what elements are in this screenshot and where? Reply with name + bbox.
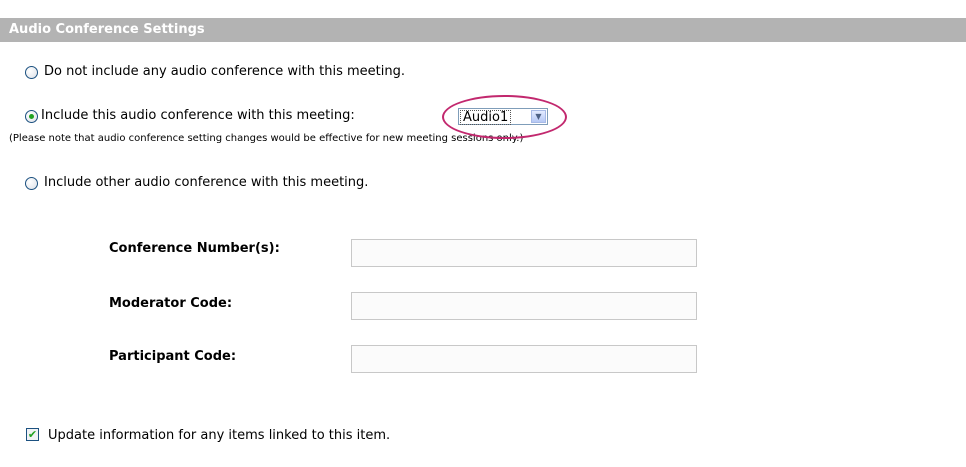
chevron-down-icon[interactable]: ▼ bbox=[531, 110, 546, 123]
radio-other-audio-label: Include other audio conference with this… bbox=[44, 175, 369, 190]
radio-include-audio[interactable] bbox=[25, 110, 38, 123]
section-title: Audio Conference Settings bbox=[9, 22, 205, 37]
audio-conference-select[interactable]: Audio1 ▼ bbox=[458, 108, 548, 125]
checkmark-icon: ✔ bbox=[27, 428, 38, 441]
radio-include-audio-label: Include this audio conference with this … bbox=[41, 108, 355, 123]
radio-no-audio[interactable] bbox=[25, 66, 38, 79]
participant-code-input[interactable] bbox=[351, 345, 697, 373]
radio-no-audio-label: Do not include any audio conference with… bbox=[44, 64, 405, 79]
update-linked-checkbox[interactable]: ✔ bbox=[26, 428, 39, 441]
audio-settings-note: (Please note that audio conference setti… bbox=[9, 133, 524, 144]
moderator-code-input[interactable] bbox=[351, 292, 697, 320]
conference-number-input[interactable] bbox=[351, 239, 697, 267]
radio-other-audio[interactable] bbox=[25, 177, 38, 190]
section-header: Audio Conference Settings bbox=[0, 18, 966, 42]
conference-number-label: Conference Number(s): bbox=[109, 241, 280, 256]
audio-conference-select-value: Audio1 bbox=[460, 110, 512, 125]
moderator-code-label: Moderator Code: bbox=[109, 296, 233, 311]
update-linked-label: Update information for any items linked … bbox=[48, 428, 391, 443]
participant-code-label: Participant Code: bbox=[109, 349, 237, 364]
